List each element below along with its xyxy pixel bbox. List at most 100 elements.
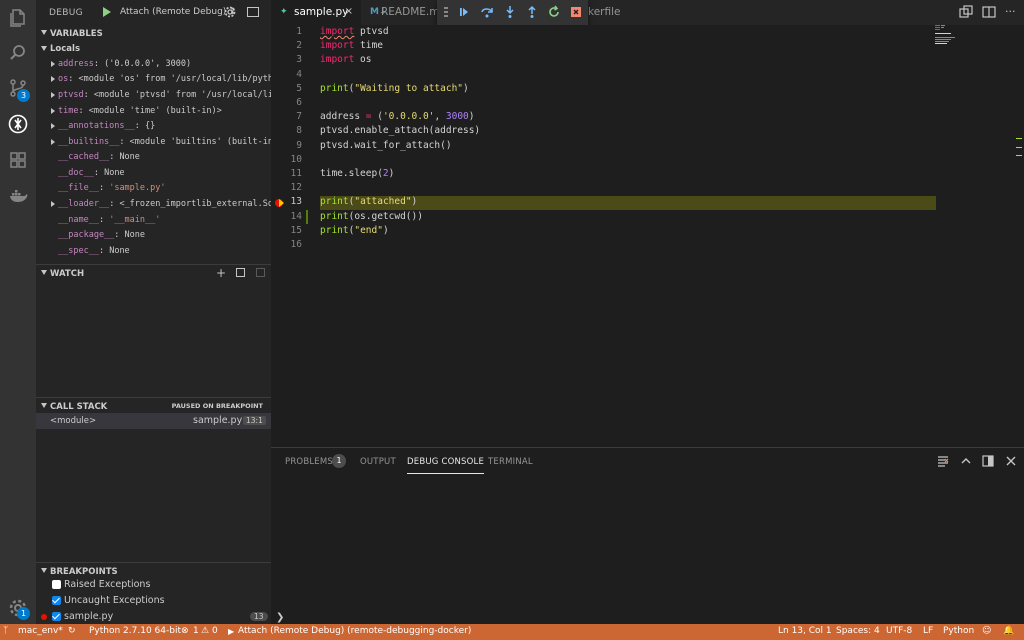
stack-frame-row[interactable]: <module> sample.py 13:1: [36, 413, 271, 429]
line-endings[interactable]: LF: [923, 626, 933, 636]
breakpoint-uncaught-exceptions[interactable]: Uncaught Exceptions: [36, 593, 271, 609]
tab-dockerfile[interactable]: kerfile: [588, 0, 648, 25]
variable-row[interactable]: time: <module 'time' (built-in)>: [36, 104, 271, 119]
disconnect-icon[interactable]: [569, 5, 583, 19]
variable-row[interactable]: __builtins__: <module 'builtins' (built-…: [36, 135, 271, 150]
status-bar: ᛉ mac_env* ↻ Python 2.7.10 64-bit ⊗ 1 ⚠ …: [0, 624, 1024, 640]
tab-debug-console[interactable]: DEBUG CONSOLE: [407, 457, 485, 474]
continue-icon[interactable]: [457, 5, 471, 19]
warning-count[interactable]: 0: [212, 626, 218, 636]
restart-icon[interactable]: [547, 5, 561, 19]
variable-row[interactable]: __cached__: None: [36, 150, 271, 165]
code-line: print("end"): [320, 225, 389, 236]
maximize-panel-icon[interactable]: [960, 455, 972, 467]
encoding[interactable]: UTF-8: [886, 626, 912, 636]
explorer-icon[interactable]: [8, 8, 28, 28]
variable-row[interactable]: ptvsd: <module 'ptvsd' from '/usr/local/…: [36, 88, 271, 103]
cursor-position[interactable]: Ln 13, Col 1: [778, 626, 832, 636]
activity-bar: 3 1: [0, 0, 36, 624]
step-out-icon[interactable]: [525, 5, 539, 19]
debug-title: DEBUG: [49, 8, 83, 18]
variable-row[interactable]: __package__: None: [36, 228, 271, 243]
code-line: print("Waiting to attach"): [320, 83, 469, 94]
close-tab-icon[interactable]: ×: [345, 6, 353, 17]
checkbox[interactable]: [52, 596, 61, 605]
search-icon[interactable]: [8, 43, 28, 63]
debug-toolbar-header: DEBUG Attach (Remote Debug) ↕: [36, 0, 271, 25]
language-mode[interactable]: Python: [943, 626, 974, 636]
debug-settings-gear-icon[interactable]: [224, 6, 236, 18]
feedback-smiley-icon[interactable]: ☺: [982, 626, 991, 636]
variable-row[interactable]: __annotations__: {}: [36, 119, 271, 134]
variable-row[interactable]: __doc__: None: [36, 166, 271, 181]
editor-tabs: ✦ sample.py × M↓ README.md kerfile ···: [271, 0, 1024, 25]
code-editor[interactable]: 1 2 3 4 5 6 7 8 9 10 11 12 13 14 15 16 i…: [271, 25, 1024, 447]
line-number: 2: [296, 40, 302, 51]
tab-output[interactable]: OUTPUT: [360, 457, 396, 467]
line-number: 8: [296, 125, 302, 136]
debug-config-select[interactable]: Attach (Remote Debug) ↕: [120, 7, 237, 17]
drag-handle-icon[interactable]: [444, 7, 448, 17]
start-debugging-icon[interactable]: [103, 7, 111, 17]
console-input-prompt[interactable]: ❯: [276, 612, 284, 623]
error-count[interactable]: 1: [193, 626, 199, 636]
debug-console-icon[interactable]: [247, 7, 259, 17]
locals-chevron-icon[interactable]: [41, 46, 47, 51]
line-number: 4: [296, 69, 302, 80]
collapse-chevron-icon: [41, 270, 47, 275]
tab-sample-py[interactable]: ✦ sample.py ×: [271, 0, 361, 25]
notifications-bell-icon[interactable]: 🔔: [1003, 626, 1014, 636]
open-changes-icon[interactable]: [959, 5, 973, 19]
checkbox[interactable]: [52, 580, 61, 589]
step-into-icon[interactable]: [503, 5, 517, 19]
stack-frame-position: 13:1: [243, 416, 266, 425]
variable-row[interactable]: __spec__: None: [36, 244, 271, 259]
debug-session[interactable]: Attach (Remote Debug) (remote-debugging-…: [238, 626, 471, 636]
extensions-icon[interactable]: [8, 150, 28, 170]
tab-problems[interactable]: PROBLEMS: [285, 457, 333, 467]
line-number: 5: [296, 83, 302, 94]
collapse-chevron-icon: [41, 568, 47, 573]
toggle-panel-position-icon[interactable]: [982, 455, 994, 467]
docker-icon[interactable]: [8, 186, 28, 206]
clear-console-icon[interactable]: [937, 455, 949, 467]
variables-section-header[interactable]: VARIABLES: [36, 25, 271, 42]
python-interpreter[interactable]: Python 2.7.10 64-bit: [89, 626, 181, 636]
problems-count-badge: 1: [332, 454, 346, 468]
debug-play-icon: ▶: [228, 627, 235, 636]
step-over-icon[interactable]: [480, 5, 494, 19]
tab-terminal[interactable]: TERMINAL: [488, 457, 533, 467]
variable-row[interactable]: __name__: '__main__': [36, 213, 271, 228]
collapse-chevron-icon: [41, 403, 47, 408]
more-actions-icon[interactable]: ···: [1005, 5, 1019, 19]
line-number: 9: [296, 140, 302, 151]
code-line: address = ('0.0.0.0', 3000): [320, 111, 475, 122]
locals-scope[interactable]: Locals: [50, 44, 80, 54]
git-branch[interactable]: mac_env*: [18, 626, 63, 636]
variable-row[interactable]: __file__: 'sample.py': [36, 181, 271, 196]
overview-ruler-mark: [1016, 155, 1022, 156]
add-expression-icon[interactable]: +: [216, 266, 226, 280]
close-panel-icon[interactable]: [1005, 455, 1017, 467]
indentation[interactable]: Spaces: 4: [836, 626, 880, 636]
variable-row[interactable]: __loader__: <_frozen_importlib_external.…: [36, 197, 271, 212]
code-line: print(os.getcwd()): [320, 211, 423, 222]
collapse-all-icon[interactable]: [236, 268, 245, 277]
variable-row[interactable]: os: <module 'os' from '/usr/local/lib/py…: [36, 72, 271, 87]
line-number: 7: [296, 111, 302, 122]
variable-row[interactable]: address: ('0.0.0.0', 3000): [36, 57, 271, 72]
breakpoint-sample-py[interactable]: sample.py 13: [36, 609, 271, 624]
remove-all-expressions-icon[interactable]: [256, 268, 265, 277]
expand-chevron-icon: [51, 76, 55, 82]
minimap[interactable]: [935, 25, 960, 45]
stack-frame-file: sample.py: [193, 415, 243, 426]
debug-icon[interactable]: [8, 114, 28, 134]
breakpoint-raised-exceptions[interactable]: Raised Exceptions: [36, 577, 271, 593]
split-editor-icon[interactable]: [982, 5, 996, 19]
call-stack-status: PAUSED ON BREAKPOINT: [171, 402, 263, 410]
sync-icon[interactable]: ↻: [68, 626, 76, 636]
checkbox[interactable]: [52, 612, 61, 621]
code-line: ptvsd.wait_for_attach(): [320, 140, 452, 151]
line-number: 13: [290, 196, 302, 207]
tab-readme[interactable]: M↓ README.md: [361, 0, 446, 25]
